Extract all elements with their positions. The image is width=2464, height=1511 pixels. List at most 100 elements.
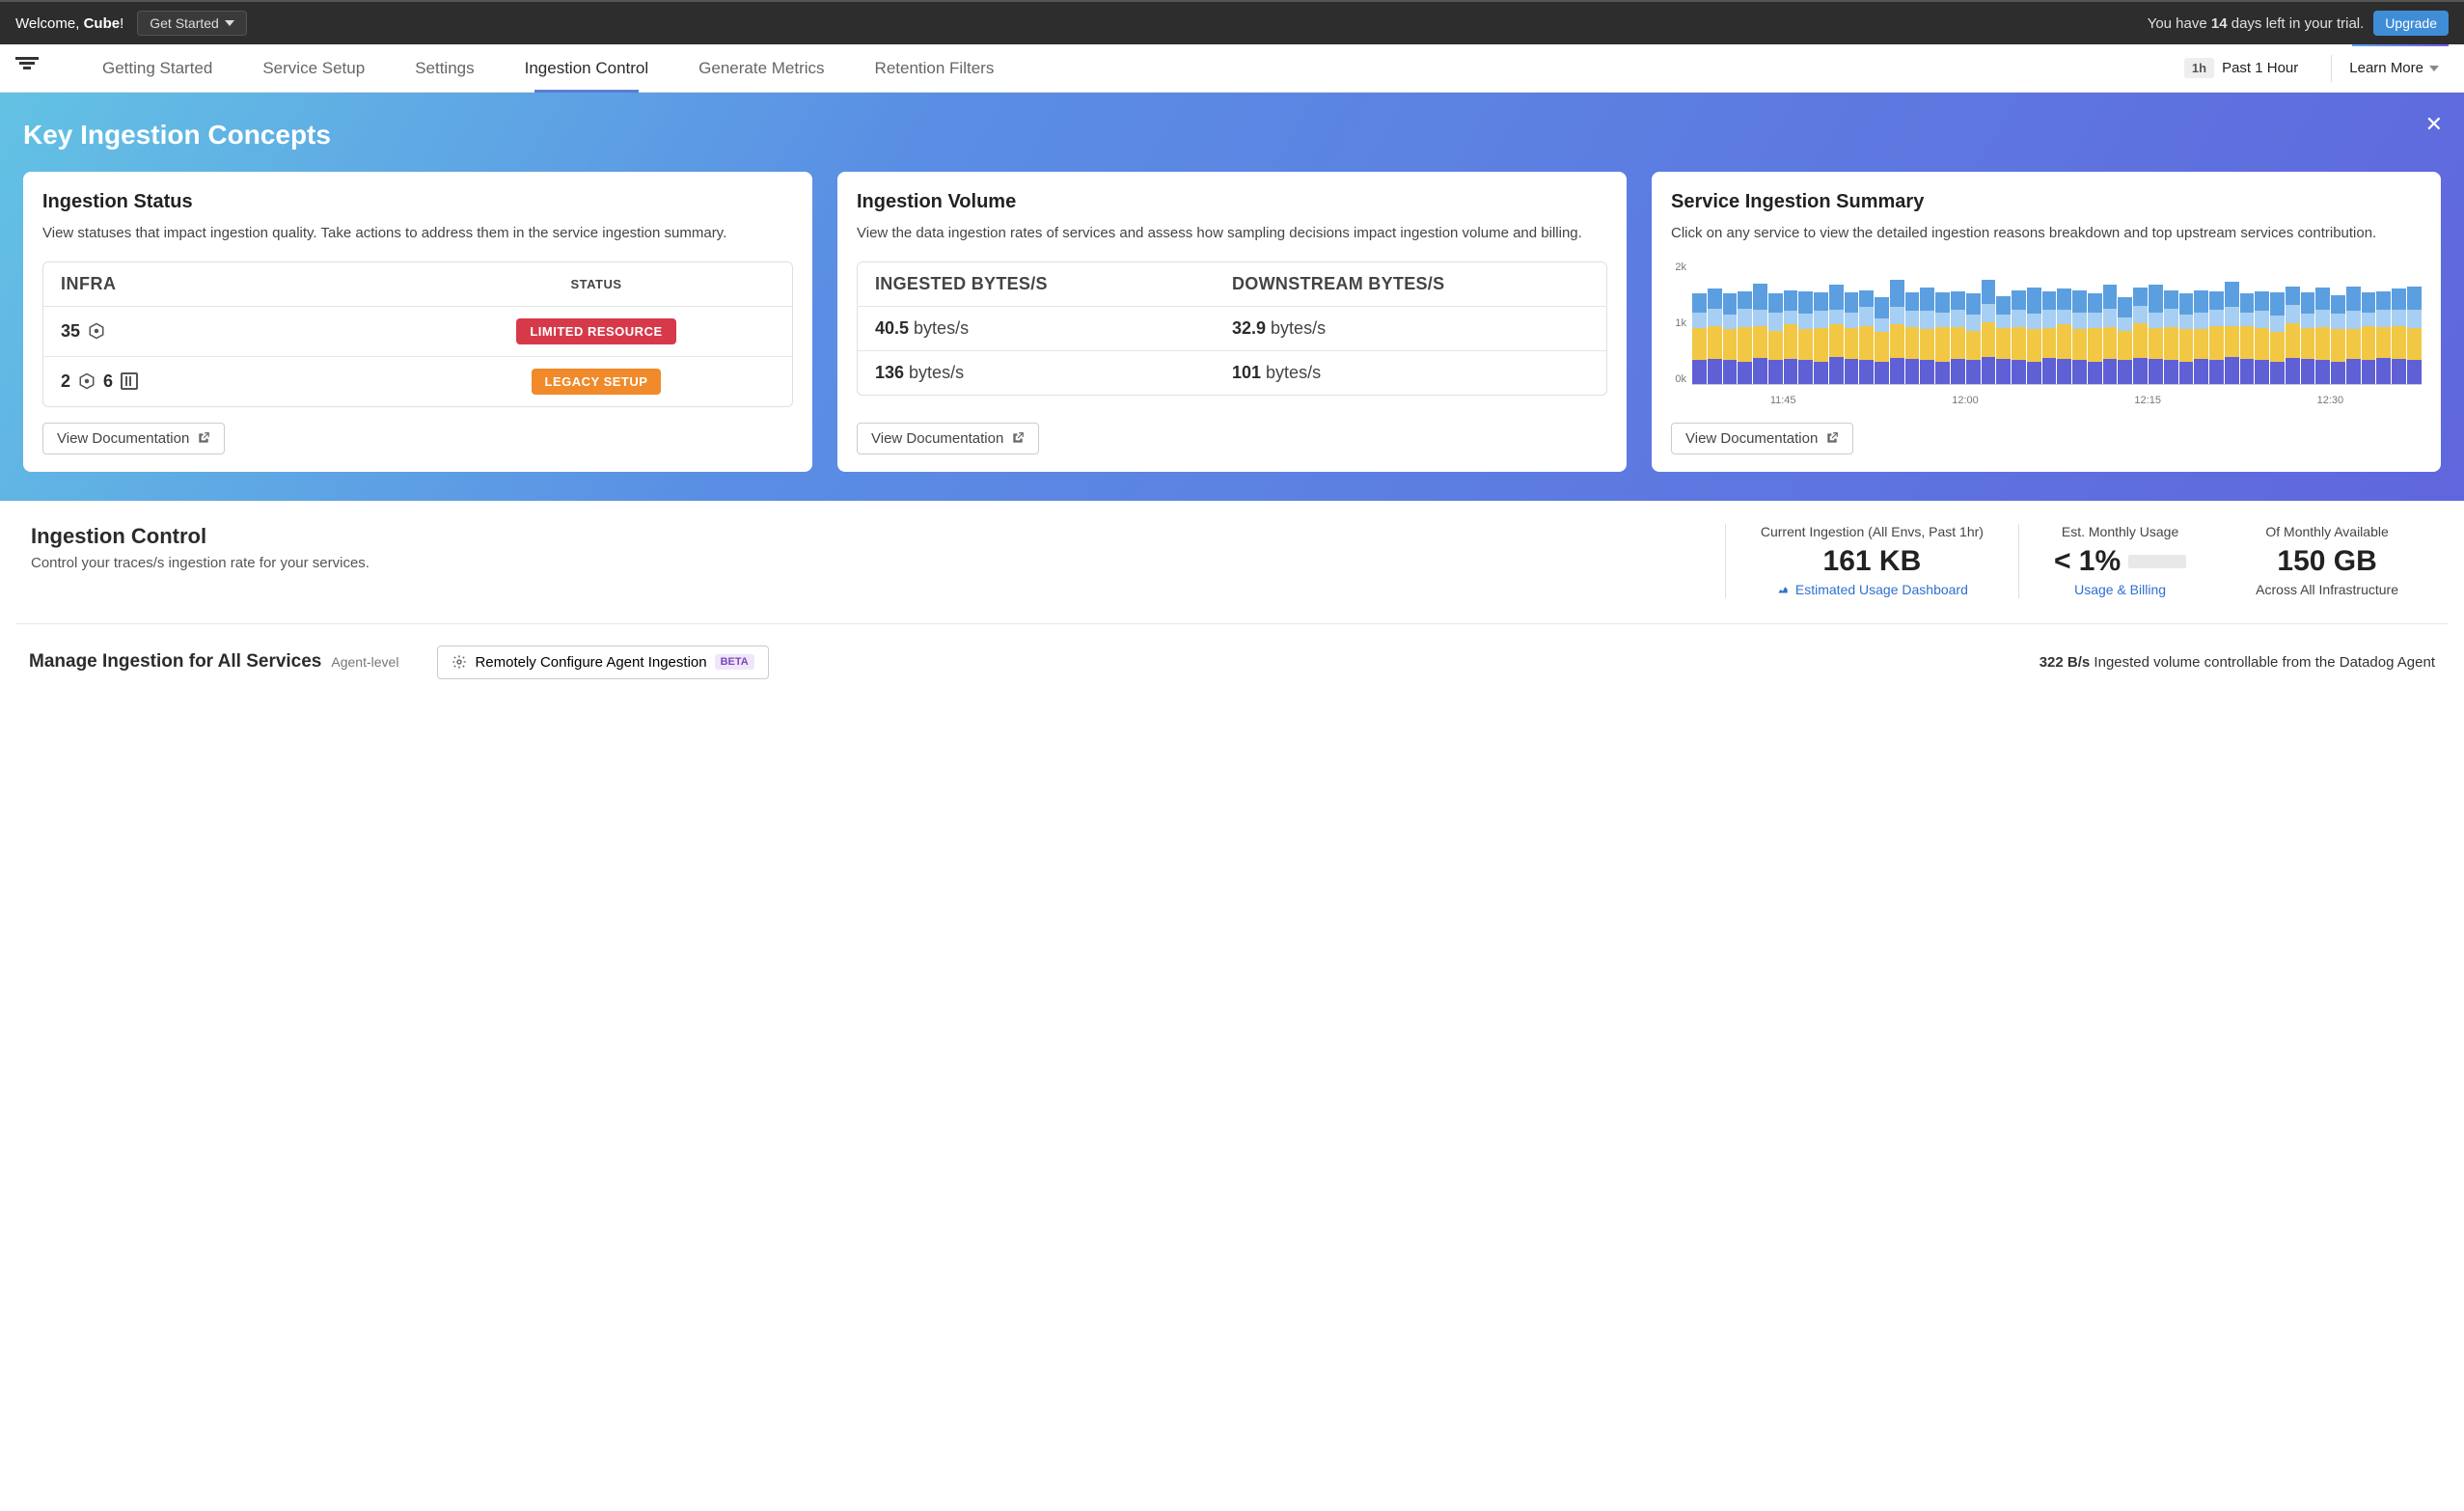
tab-generate-metrics[interactable]: Generate Metrics bbox=[673, 44, 849, 93]
chart-bar bbox=[1814, 292, 1828, 384]
chevron-down-icon bbox=[2429, 66, 2439, 71]
x-label: 12:00 bbox=[1952, 395, 1979, 406]
hero-title: Key Ingestion Concepts bbox=[23, 120, 2441, 151]
chart-bar bbox=[2027, 288, 2041, 384]
page-subtitle: Control your traces/s ingestion rate for… bbox=[31, 555, 1725, 571]
get-started-button[interactable]: Get Started bbox=[137, 11, 247, 36]
stat-label: Est. Monthly Usage bbox=[2054, 524, 2186, 539]
view-docs-button[interactable]: View Documentation bbox=[42, 423, 225, 454]
tab-service-setup[interactable]: Service Setup bbox=[237, 44, 390, 93]
chart-bar bbox=[1784, 290, 1798, 384]
chart-bar bbox=[1982, 280, 1996, 383]
chart-bar bbox=[2346, 287, 2361, 384]
chart-bar bbox=[1708, 288, 1722, 384]
chart-bar bbox=[2164, 290, 2178, 384]
chart-bar bbox=[2209, 291, 2224, 384]
table-row: 2 6 LEGACY SETUP bbox=[43, 357, 792, 406]
stat-sub: Across All Infrastructure bbox=[2256, 582, 2398, 597]
chart-bar bbox=[2362, 292, 2376, 384]
summary-row: Ingestion Control Control your traces/s … bbox=[15, 501, 2449, 624]
welcome-text: Welcome, Cube! bbox=[15, 15, 123, 32]
external-link-icon bbox=[197, 431, 210, 445]
gear-icon bbox=[452, 654, 467, 670]
chart-bar bbox=[2179, 293, 2194, 383]
chart-bar bbox=[1996, 296, 2011, 384]
table-row: 35 LIMITED RESOURCE bbox=[43, 307, 792, 357]
divider bbox=[2331, 55, 2332, 82]
card-desc: Click on any service to view the detaile… bbox=[1671, 223, 2422, 244]
table-row: 136 bytes/s 101 bytes/s bbox=[858, 351, 1606, 395]
y-label: 0k bbox=[1671, 373, 1686, 385]
chart-bar bbox=[1875, 297, 1889, 384]
nav-row: Getting StartedService SetupSettingsInge… bbox=[0, 44, 2464, 93]
status-table: INFRA STATUS 35 LIMITED RESOURCE 2 6 bbox=[42, 261, 793, 407]
time-pill[interactable]: 1h bbox=[2184, 58, 2214, 78]
view-docs-button[interactable]: View Documentation bbox=[1671, 423, 1853, 454]
hexagon-icon bbox=[88, 322, 105, 340]
chart-bar bbox=[2149, 285, 2163, 383]
card-ingestion-volume: Ingestion Volume View the data ingestion… bbox=[837, 172, 1627, 472]
stat-current-ingestion: Current Ingestion (All Envs, Past 1hr) 1… bbox=[1725, 524, 2018, 598]
chart-bar bbox=[2240, 293, 2255, 383]
stat-label: Current Ingestion (All Envs, Past 1hr) bbox=[1761, 524, 1984, 539]
remote-configure-button[interactable]: Remotely Configure Agent Ingestion BETA bbox=[437, 646, 768, 679]
chart-bar bbox=[1738, 291, 1752, 384]
chart-bar bbox=[1692, 293, 1707, 383]
chart-bar bbox=[2194, 290, 2208, 384]
volume-table: INGESTED BYTES/S DOWNSTREAM BYTES/S 40.5… bbox=[857, 261, 1607, 396]
table-row: 40.5 bytes/s 32.9 bytes/s bbox=[858, 307, 1606, 351]
trial-text: You have 14 days left in your trial. bbox=[2148, 15, 2365, 32]
card-desc: View statuses that impact ingestion qual… bbox=[42, 223, 793, 244]
learn-more-button[interactable]: Learn More bbox=[2349, 60, 2439, 76]
chart-bar bbox=[1935, 292, 1950, 384]
usage-billing-link[interactable]: Usage & Billing bbox=[2074, 582, 2166, 597]
chart-bar bbox=[2012, 290, 2026, 384]
close-icon[interactable]: ✕ bbox=[2425, 112, 2443, 137]
upgrade-button[interactable]: Upgrade bbox=[2373, 11, 2449, 36]
remote-btn-label: Remotely Configure Agent Ingestion bbox=[475, 654, 706, 671]
stat-monthly-available: Of Monthly Available 150 GB Across All I… bbox=[2221, 524, 2433, 598]
container-icon bbox=[121, 372, 138, 390]
chart-bar bbox=[2057, 288, 2071, 384]
chart-bar bbox=[1768, 293, 1783, 383]
tab-ingestion-control[interactable]: Ingestion Control bbox=[500, 44, 674, 93]
x-label: 11:45 bbox=[1770, 395, 1796, 406]
chart-bar bbox=[1723, 293, 1738, 383]
view-docs-button[interactable]: View Documentation bbox=[857, 423, 1039, 454]
time-range-label[interactable]: Past 1 Hour bbox=[2222, 60, 2298, 76]
chart-bar bbox=[2301, 292, 2315, 384]
chart-bar bbox=[2376, 291, 2391, 384]
tab-getting-started[interactable]: Getting Started bbox=[77, 44, 237, 93]
tab-settings[interactable]: Settings bbox=[390, 44, 499, 93]
x-label: 12:30 bbox=[2317, 395, 2344, 406]
chart-bar bbox=[1798, 291, 1813, 384]
chart-bar bbox=[1905, 292, 1920, 384]
service-chart[interactable]: 2k 1k 0k 11:45 12:00 12:15 12:30 bbox=[1671, 261, 2422, 406]
chart-bar bbox=[2331, 295, 2345, 384]
chart-bar bbox=[2270, 292, 2285, 384]
external-link-icon bbox=[1011, 431, 1025, 445]
chart-bar bbox=[2392, 288, 2406, 384]
chart-bar bbox=[1859, 290, 1874, 384]
infra-count: 2 bbox=[61, 371, 70, 392]
logo-icon[interactable] bbox=[15, 57, 39, 80]
welcome-suffix: ! bbox=[120, 15, 123, 32]
external-link-icon bbox=[1825, 431, 1839, 445]
card-service-summary: Service Ingestion Summary Click on any s… bbox=[1652, 172, 2441, 472]
card-desc: View the data ingestion rates of service… bbox=[857, 223, 1607, 244]
chevron-down-icon bbox=[225, 20, 234, 26]
stat-value: < 1% bbox=[2054, 545, 2121, 578]
estimated-usage-link[interactable]: Estimated Usage Dashboard bbox=[1776, 582, 1968, 597]
chart-bar bbox=[2255, 291, 2269, 384]
chart-bar bbox=[1845, 292, 1859, 384]
chart-bar bbox=[2088, 293, 2102, 383]
chart-bar bbox=[1890, 280, 1904, 383]
chart-bar bbox=[2133, 288, 2148, 384]
get-started-label: Get Started bbox=[150, 15, 219, 31]
topbar: Welcome, Cube! Get Started You have 14 d… bbox=[0, 0, 2464, 44]
y-label: 2k bbox=[1671, 261, 1686, 273]
col-header-ingested: INGESTED BYTES/S bbox=[875, 274, 1232, 294]
tab-retention-filters[interactable]: Retention Filters bbox=[850, 44, 1020, 93]
chart-bar bbox=[2286, 287, 2300, 384]
chart-bar bbox=[1753, 284, 1767, 384]
